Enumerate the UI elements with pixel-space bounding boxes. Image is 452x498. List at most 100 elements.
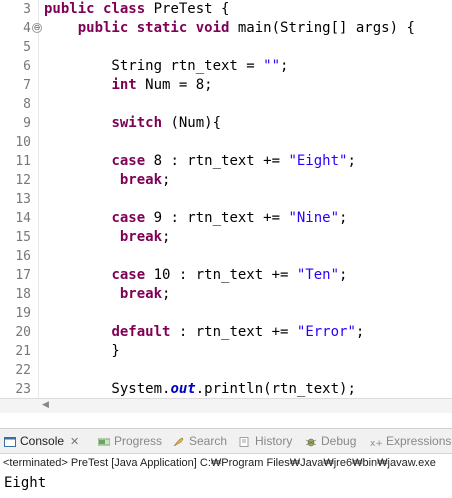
code-token: main(String[] args) { [229, 20, 415, 36]
string-token: "Nine" [288, 210, 340, 226]
code-line[interactable]: 11 case 8 : rtn_text += "Eight"; [0, 152, 452, 171]
code-line[interactable]: 22 [0, 361, 452, 380]
code-token: ; [162, 286, 171, 302]
code-line[interactable]: 21 } [0, 342, 452, 361]
line-number: 14 [15, 211, 31, 226]
line-number: 8 [23, 97, 31, 112]
code-line[interactable]: 18 break; [0, 285, 452, 304]
tab-search[interactable]: Search [173, 429, 227, 453]
expressions-icon: x+ [370, 439, 382, 447]
code-text: System.out.println(rtn_text); [44, 380, 356, 398]
line-number: 6 [23, 59, 31, 74]
code-line[interactable]: 4 ⊖ public static void main(String[] args… [0, 19, 452, 38]
string-token: "Ten" [296, 267, 340, 283]
keyword-token: switch [111, 115, 163, 131]
console-status: <terminated> PreTest [Java Application] … [3, 457, 436, 469]
line-number: 10 [15, 135, 31, 150]
code-line[interactable]: 5 [0, 38, 452, 57]
fold-toggle-icon[interactable]: ⊖ [32, 23, 42, 33]
keyword-token: public class [44, 1, 146, 17]
tab-progress[interactable]: Progress [98, 429, 162, 453]
line-number: 22 [15, 363, 31, 378]
code-line[interactable]: 7 int Num = 8; [0, 76, 452, 95]
code-token: String rtn_text = [44, 58, 264, 74]
code-line[interactable]: 13 [0, 190, 452, 209]
tab-label: Console [20, 434, 65, 448]
code-token: PreTest { [145, 1, 230, 17]
keyword-token: case [111, 210, 146, 226]
keyword-token: case [111, 153, 146, 169]
code-text: int Num = 8; [44, 76, 212, 95]
line-number: 20 [15, 325, 31, 340]
console-output: Eight [4, 475, 47, 491]
tab-label: Progress [114, 434, 163, 448]
keyword-token: default [111, 324, 171, 340]
code-token: .println(rtn_text); [195, 381, 356, 397]
keyword-token: public static void [77, 20, 230, 36]
code-line[interactable]: 9 switch (Num){ [0, 114, 452, 133]
line-number: 17 [15, 268, 31, 283]
code-text: } [44, 342, 120, 361]
code-text: public class PreTest { [44, 0, 229, 19]
line-number: 15 [15, 230, 31, 245]
code-token: System. [44, 381, 171, 397]
code-editor[interactable]: 3 public class PreTest {4 ⊖ public static … [0, 0, 452, 398]
search-icon [173, 437, 184, 447]
keyword-token: break [119, 229, 163, 245]
code-line[interactable]: 3 public class PreTest { [0, 0, 452, 19]
svg-text:x+: x+ [370, 439, 382, 447]
code-line[interactable]: 16 [0, 247, 452, 266]
line-number: 7 [23, 78, 31, 93]
code-token: (Num){ [162, 115, 222, 131]
tab-console[interactable]: Console ✕ [4, 429, 79, 453]
code-line[interactable]: 8 [0, 95, 452, 114]
code-token: } [44, 343, 120, 359]
code-token: 10 : rtn_text += [145, 267, 297, 283]
code-token: ; [339, 267, 348, 283]
code-text: case 10 : rtn_text += "Ten"; [44, 266, 347, 285]
code-line[interactable]: 23 System.out.println(rtn_text); [0, 380, 452, 398]
scroll-left-arrow-icon[interactable]: ◀ [42, 400, 49, 410]
tab-debug[interactable]: Debug [305, 429, 356, 453]
console-icon [4, 436, 16, 447]
code-text: break; [44, 228, 171, 247]
code-text: break; [44, 171, 171, 190]
code-token: ; [280, 58, 289, 74]
code-line[interactable]: 17 case 10 : rtn_text += "Ten"; [0, 266, 452, 285]
code-token: : rtn_text += [170, 324, 297, 340]
code-text: default : rtn_text += "Error"; [44, 323, 364, 342]
keyword-token: break [119, 172, 163, 188]
code-line[interactable]: 10 [0, 133, 452, 152]
code-token: 9 : rtn_text += [145, 210, 289, 226]
code-line[interactable]: 14 case 9 : rtn_text += "Nine"; [0, 209, 452, 228]
line-number: 21 [15, 344, 31, 359]
code-token: ; [347, 153, 356, 169]
line-number: 13 [15, 192, 31, 207]
line-number: 16 [15, 249, 31, 264]
string-token: "Error" [296, 324, 356, 340]
line-number: 5 [23, 40, 31, 55]
code-line[interactable]: 12 break; [0, 171, 452, 190]
horizontal-scrollbar[interactable]: ◀ [0, 398, 452, 413]
code-text: public static void main(String[] args) { [44, 19, 415, 38]
code-text: case 8 : rtn_text += "Eight"; [44, 152, 356, 171]
line-number: 18 [15, 287, 31, 302]
code-line[interactable]: 15 break; [0, 228, 452, 247]
tab-history[interactable]: History [239, 429, 292, 453]
code-line[interactable]: 20 default : rtn_text += "Error"; [0, 323, 452, 342]
keyword-token: case [111, 267, 146, 283]
code-line[interactable]: 19 [0, 304, 452, 323]
console-tab-bar: Console ✕ Progress Search History Debug x… [0, 428, 452, 454]
tab-expressions[interactable]: x+ Expressions [370, 429, 451, 453]
keyword-token: int [111, 77, 137, 93]
close-icon[interactable]: ✕ [70, 430, 79, 454]
code-line[interactable]: 6 String rtn_text = ""; [0, 57, 452, 76]
